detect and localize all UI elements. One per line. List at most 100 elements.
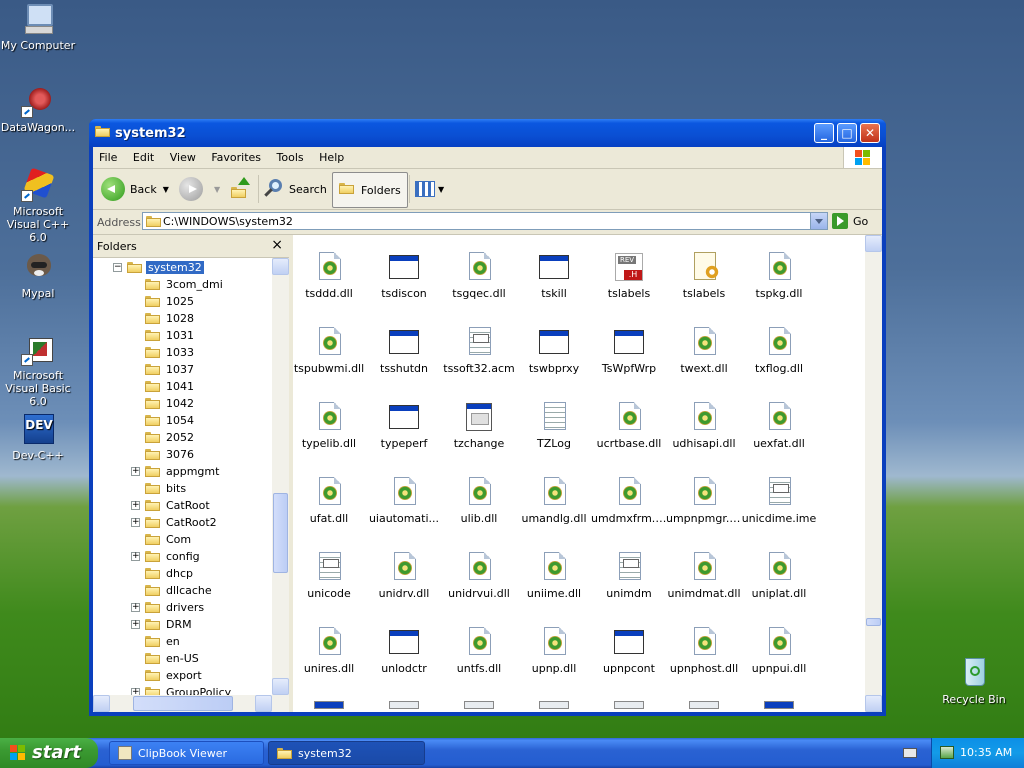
file-item[interactable]: TZLog [516, 401, 592, 450]
tree-node[interactable]: en [145, 633, 182, 649]
menu-tools[interactable]: Tools [271, 147, 310, 164]
file-item[interactable]: tswbprxy [516, 326, 592, 375]
taskbar-task-system32[interactable]: system32 [268, 741, 425, 765]
expand-toggle[interactable]: + [131, 467, 140, 476]
tree-node[interactable]: appmgmt [145, 463, 221, 479]
tree-node[interactable]: dllcache [145, 582, 214, 598]
file-item[interactable]: uniime.dll [516, 551, 592, 600]
scroll-left-button[interactable] [93, 695, 110, 712]
tree-node[interactable]: Com [145, 531, 193, 547]
file-item-partial[interactable] [764, 701, 794, 709]
address-dropdown-button[interactable] [810, 213, 827, 229]
scroll-down-button[interactable] [272, 678, 289, 695]
file-item[interactable]: typeperf [366, 401, 442, 450]
file-item[interactable]: tslabels [666, 251, 742, 300]
tree-node[interactable]: 2052 [145, 429, 196, 445]
file-item[interactable]: tsdiscon [366, 251, 442, 300]
title-bar[interactable]: system32 _ □ ✕ [89, 119, 886, 147]
menu-favorites[interactable]: Favorites [205, 147, 267, 164]
file-item[interactable]: ufat.dll [293, 476, 367, 525]
expand-toggle[interactable]: + [131, 501, 140, 510]
tree-node[interactable]: 1041 [145, 378, 196, 394]
file-item[interactable]: tskill [516, 251, 592, 300]
search-button[interactable]: Search [263, 174, 327, 204]
desktop-icon-recycle-bin[interactable]: Recycle Bin [934, 656, 1014, 706]
file-item[interactable]: typelib.dll [293, 401, 367, 450]
tree-node[interactable]: bits [145, 480, 188, 496]
tree-node[interactable]: 3com_dmi [145, 276, 225, 292]
file-item[interactable]: tsshutdn [366, 326, 442, 375]
file-item[interactable]: unidrvui.dll [441, 551, 517, 600]
file-item[interactable]: upnp.dll [516, 626, 592, 675]
file-item-partial[interactable] [389, 701, 419, 709]
views-button[interactable]: ▼ [415, 174, 444, 204]
collapse-toggle[interactable]: − [113, 263, 122, 272]
up-folder-button[interactable] [229, 174, 253, 204]
menu-edit[interactable]: Edit [127, 147, 160, 164]
address-input[interactable]: C:\WINDOWS\system32 [142, 212, 828, 230]
file-item[interactable]: unidrv.dll [366, 551, 442, 600]
file-item[interactable]: uniplat.dll [741, 551, 817, 600]
scroll-up-button[interactable] [272, 258, 289, 275]
file-item[interactable]: udhisapi.dll [666, 401, 742, 450]
tree-node[interactable]: 1037 [145, 361, 196, 377]
expand-toggle[interactable]: + [131, 552, 140, 561]
tree-node[interactable]: drivers [145, 599, 206, 615]
file-item-partial[interactable] [539, 701, 569, 709]
taskbar-task-clipbook[interactable]: ClipBook Viewer [109, 741, 264, 765]
tree-node-selected[interactable]: system32 [127, 259, 204, 275]
tree-node[interactable]: DRM [145, 616, 194, 632]
file-item[interactable]: unimdm [591, 551, 667, 600]
clock[interactable]: 10:35 AM [960, 746, 1012, 759]
expand-toggle[interactable]: + [131, 603, 140, 612]
file-item[interactable]: tzchange [441, 401, 517, 450]
file-item[interactable]: tspkg.dll [741, 251, 817, 300]
file-item[interactable]: txflog.dll [741, 326, 817, 375]
tree-node[interactable]: 1054 [145, 412, 196, 428]
menu-help[interactable]: Help [313, 147, 350, 164]
network-tray-icon[interactable] [940, 746, 954, 759]
file-item[interactable]: upnpcont [591, 626, 667, 675]
file-item[interactable]: tslabels [591, 251, 667, 300]
scroll-up-button[interactable] [865, 235, 882, 252]
desktop-icon-my-computer[interactable]: My Computer [0, 2, 78, 52]
file-item[interactable]: unicdime.ime [741, 476, 817, 525]
tree-node[interactable]: 1042 [145, 395, 196, 411]
file-item[interactable]: upnphost.dll [666, 626, 742, 675]
forward-button[interactable]: ▼ [179, 174, 220, 204]
tree-node[interactable]: export [145, 667, 204, 683]
file-item[interactable]: ulib.dll [441, 476, 517, 525]
file-item[interactable]: tssoft32.acm [441, 326, 517, 375]
desktop-icon-dev-cpp[interactable]: DEV Dev-C++ [0, 412, 78, 462]
file-item[interactable]: umandlg.dll [516, 476, 592, 525]
file-item[interactable]: umpnpmgr.dll [666, 476, 742, 525]
tree-node[interactable]: config [145, 548, 202, 564]
file-item[interactable]: unicode [293, 551, 367, 600]
tree-horizontal-scrollbar[interactable] [93, 695, 289, 712]
file-item-partial[interactable] [314, 701, 344, 709]
scroll-thumb[interactable] [273, 493, 288, 573]
scroll-right-button[interactable] [255, 695, 272, 712]
start-button[interactable]: start [0, 738, 98, 768]
go-button[interactable]: Go [832, 213, 868, 229]
file-item[interactable]: unimdmat.dll [666, 551, 742, 600]
tree-node[interactable]: 1028 [145, 310, 196, 326]
file-item[interactable]: umdmxfrm.dll [591, 476, 667, 525]
file-item[interactable]: unires.dll [293, 626, 367, 675]
expand-toggle[interactable]: + [131, 518, 140, 527]
file-item[interactable]: upnpui.dll [741, 626, 817, 675]
file-item[interactable]: unlodctr [366, 626, 442, 675]
scroll-thumb[interactable] [866, 618, 881, 626]
file-item[interactable]: untfs.dll [441, 626, 517, 675]
tree-node[interactable]: 1033 [145, 344, 196, 360]
tree-node[interactable]: GroupPolicy [145, 684, 233, 695]
file-item[interactable]: tspubwmi.dll [293, 326, 367, 375]
file-item[interactable]: TsWpfWrp [591, 326, 667, 375]
menu-file[interactable]: File [93, 147, 123, 164]
tree-node[interactable]: CatRoot2 [145, 514, 219, 530]
desktop-icon-datawagon[interactable]: DataWagon... [0, 84, 78, 134]
file-item[interactable]: uexfat.dll [741, 401, 817, 450]
back-button[interactable]: Back ▼ [101, 174, 169, 204]
tree-node[interactable]: 1031 [145, 327, 196, 343]
file-item-partial[interactable] [689, 701, 719, 709]
